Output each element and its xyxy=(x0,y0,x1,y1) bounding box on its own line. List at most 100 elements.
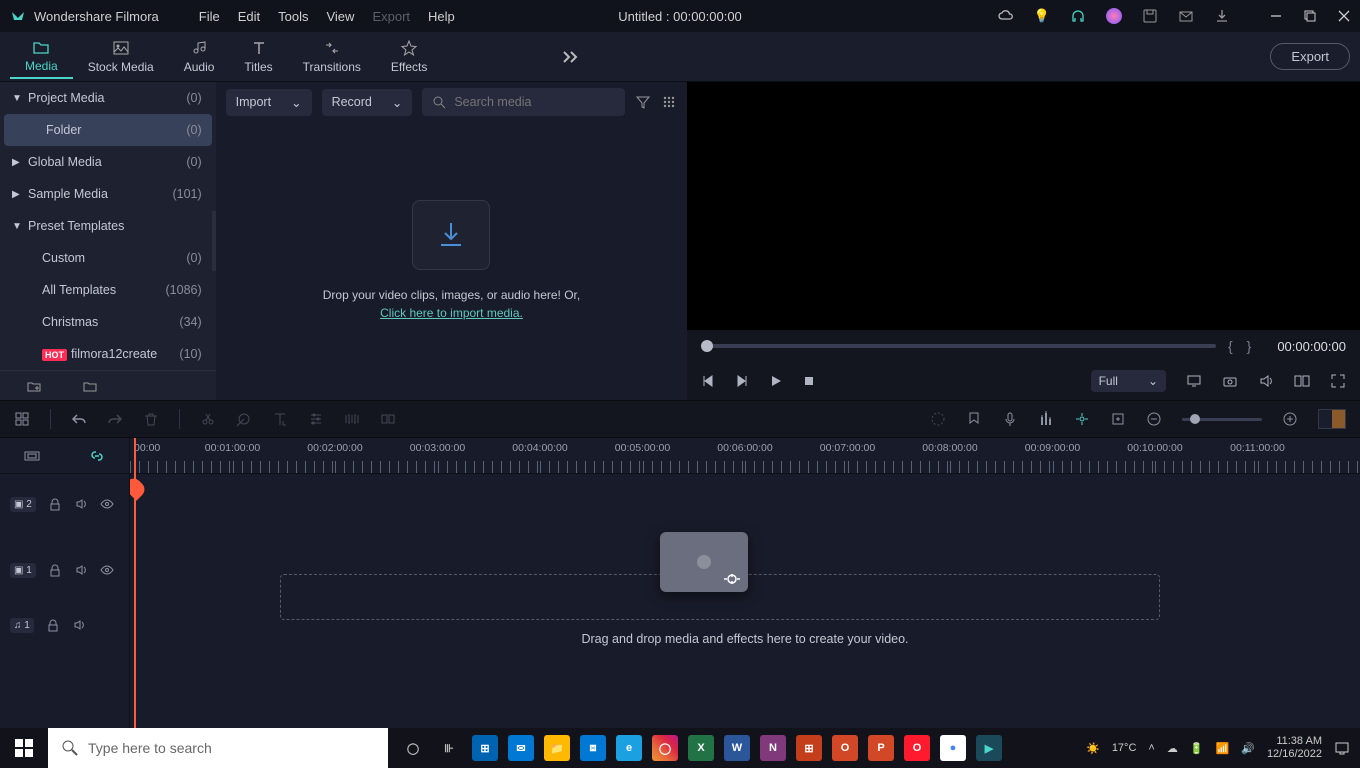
tree-row-filmora12create[interactable]: HOTfilmora12create(10) xyxy=(0,338,216,370)
tree-row-christmas[interactable]: Christmas(34) xyxy=(0,306,216,338)
split-icon[interactable] xyxy=(200,411,216,427)
tree-row-folder[interactable]: Folder(0) xyxy=(4,114,212,146)
audio-mixer-icon[interactable] xyxy=(1038,411,1054,427)
record-dropdown[interactable]: Record⌄ xyxy=(322,89,413,116)
auto-ripple-icon[interactable] xyxy=(1074,411,1090,427)
preview-quality-dropdown[interactable]: Full⌄ xyxy=(1091,370,1166,392)
save-icon[interactable] xyxy=(1142,8,1158,24)
taskbar-app[interactable]: ⧈ xyxy=(580,735,606,761)
avatar-icon[interactable] xyxy=(1106,8,1122,24)
export-button[interactable]: Export xyxy=(1270,43,1350,70)
taskbar-app[interactable]: 📁 xyxy=(544,735,570,761)
preview-canvas[interactable] xyxy=(687,82,1360,330)
audio-icon[interactable] xyxy=(74,497,88,511)
more-tabs-icon[interactable] xyxy=(562,50,580,64)
tab-media[interactable]: Media xyxy=(10,34,73,79)
lock-icon[interactable] xyxy=(48,563,62,577)
redo-icon[interactable] xyxy=(107,411,123,427)
start-button[interactable] xyxy=(0,728,48,768)
media-drop-zone[interactable]: Drop your video clips, images, or audio … xyxy=(216,122,688,400)
preview-scrubber[interactable] xyxy=(701,344,1216,348)
tab-titles[interactable]: Titles xyxy=(229,35,287,78)
taskbar-app[interactable]: e xyxy=(616,735,642,761)
menu-tools[interactable]: Tools xyxy=(278,9,308,24)
in-out-braces[interactable]: {} xyxy=(1228,338,1265,354)
mail-icon[interactable] xyxy=(1178,8,1194,24)
taskbar-app[interactable]: ⊞ xyxy=(796,735,822,761)
taskbar-app[interactable]: O xyxy=(904,735,930,761)
download-icon[interactable] xyxy=(1214,8,1230,24)
taskbar-app[interactable]: O xyxy=(832,735,858,761)
taskbar-app[interactable]: N xyxy=(760,735,786,761)
tree-row-sample-media[interactable]: ▶Sample Media(101) xyxy=(0,178,216,210)
undo-icon[interactable] xyxy=(71,411,87,427)
tree-row-preset-templates[interactable]: ▼Preset Templates xyxy=(0,210,216,242)
compare-icon[interactable] xyxy=(1294,373,1310,389)
import-drop-box[interactable] xyxy=(412,200,490,270)
lock-icon[interactable] xyxy=(48,497,62,511)
tree-row-all-templates[interactable]: All Templates(1086) xyxy=(0,274,216,306)
taskbar-app[interactable]: ▶ xyxy=(976,735,1002,761)
battery-icon[interactable]: 🔋 xyxy=(1190,742,1204,755)
system-tray[interactable]: ☀️ 17°C ˄ ☁ 🔋 📶 🔊 11:38 AM 12/16/2022 xyxy=(1076,735,1360,761)
temperature[interactable]: 17°C xyxy=(1112,742,1137,754)
fullscreen-icon[interactable] xyxy=(1330,373,1346,389)
eye-icon[interactable] xyxy=(100,497,114,511)
adjust-icon[interactable] xyxy=(308,411,324,427)
playhead[interactable] xyxy=(134,438,136,728)
timeline-tracks-area[interactable]: 00:0000:01:00:0000:02:00:0000:03:00:0000… xyxy=(130,438,1360,728)
track-head-1[interactable]: ▣ 1 xyxy=(0,540,129,600)
volume-icon[interactable] xyxy=(1258,373,1274,389)
tab-stock-media[interactable]: Stock Media xyxy=(73,35,169,78)
zoom-out-icon[interactable] xyxy=(1146,411,1162,427)
tree-row-project-media[interactable]: ▼Project Media(0) xyxy=(0,82,216,114)
zoom-thumb[interactable] xyxy=(1190,414,1200,424)
stop-icon[interactable] xyxy=(803,375,815,387)
menu-edit[interactable]: Edit xyxy=(238,9,260,24)
notifications-icon[interactable] xyxy=(1334,740,1350,756)
next-frame-icon[interactable] xyxy=(735,374,749,388)
zoom-slider[interactable] xyxy=(1182,418,1262,421)
display-icon[interactable] xyxy=(1186,373,1202,389)
prev-frame-icon[interactable] xyxy=(701,374,715,388)
taskbar-clock[interactable]: 11:38 AM 12/16/2022 xyxy=(1267,735,1322,761)
taskbar-app[interactable]: X xyxy=(688,735,714,761)
color-icon[interactable] xyxy=(380,411,396,427)
link-icon[interactable] xyxy=(89,448,105,464)
search-input[interactable] xyxy=(454,95,615,109)
tab-audio[interactable]: Audio xyxy=(169,35,230,78)
menu-view[interactable]: View xyxy=(326,9,354,24)
track-head-2[interactable]: ♫ 1 xyxy=(0,606,129,644)
zoom-in-icon[interactable] xyxy=(1282,411,1298,427)
track-badge[interactable]: ▣ 1 xyxy=(10,563,36,578)
track-badge[interactable]: ♫ 1 xyxy=(10,618,34,633)
minimize-icon[interactable] xyxy=(1270,10,1282,22)
weather-icon[interactable]: ☀️ xyxy=(1086,742,1100,755)
tray-chevron-icon[interactable]: ˄ xyxy=(1148,742,1154,754)
taskbar-app[interactable]: ◯ xyxy=(652,735,678,761)
search-media-field[interactable] xyxy=(422,88,625,116)
add-track-icon[interactable] xyxy=(14,411,30,427)
cloud-icon[interactable] xyxy=(998,8,1014,24)
play-icon[interactable] xyxy=(769,374,783,388)
audio-icon[interactable] xyxy=(72,618,86,632)
track-head-0[interactable]: ▣ 2 xyxy=(0,474,129,534)
taskbar-app[interactable]: ● xyxy=(940,735,966,761)
marker-icon[interactable] xyxy=(966,411,982,427)
new-folder-icon[interactable] xyxy=(26,378,42,394)
taskbar-app[interactable]: P xyxy=(868,735,894,761)
timeline-ruler[interactable]: 00:0000:01:00:0000:02:00:0000:03:00:0000… xyxy=(130,438,1360,474)
snapshot-icon[interactable] xyxy=(1222,373,1238,389)
taskbar-app[interactable]: W xyxy=(724,735,750,761)
text-tool-icon[interactable] xyxy=(272,411,288,427)
lock-icon[interactable] xyxy=(46,618,60,632)
maximize-icon[interactable] xyxy=(1304,10,1316,22)
tree-row-global-media[interactable]: ▶Global Media(0) xyxy=(0,146,216,178)
taskbar-app[interactable]: ⊞ xyxy=(472,735,498,761)
delete-icon[interactable] xyxy=(143,411,159,427)
taskbar-app[interactable]: ✉ xyxy=(508,735,534,761)
render-icon[interactable] xyxy=(930,411,946,427)
mark-in-icon[interactable] xyxy=(1110,411,1126,427)
open-folder-icon[interactable] xyxy=(82,378,98,394)
tips-icon[interactable]: 💡 xyxy=(1034,8,1050,24)
